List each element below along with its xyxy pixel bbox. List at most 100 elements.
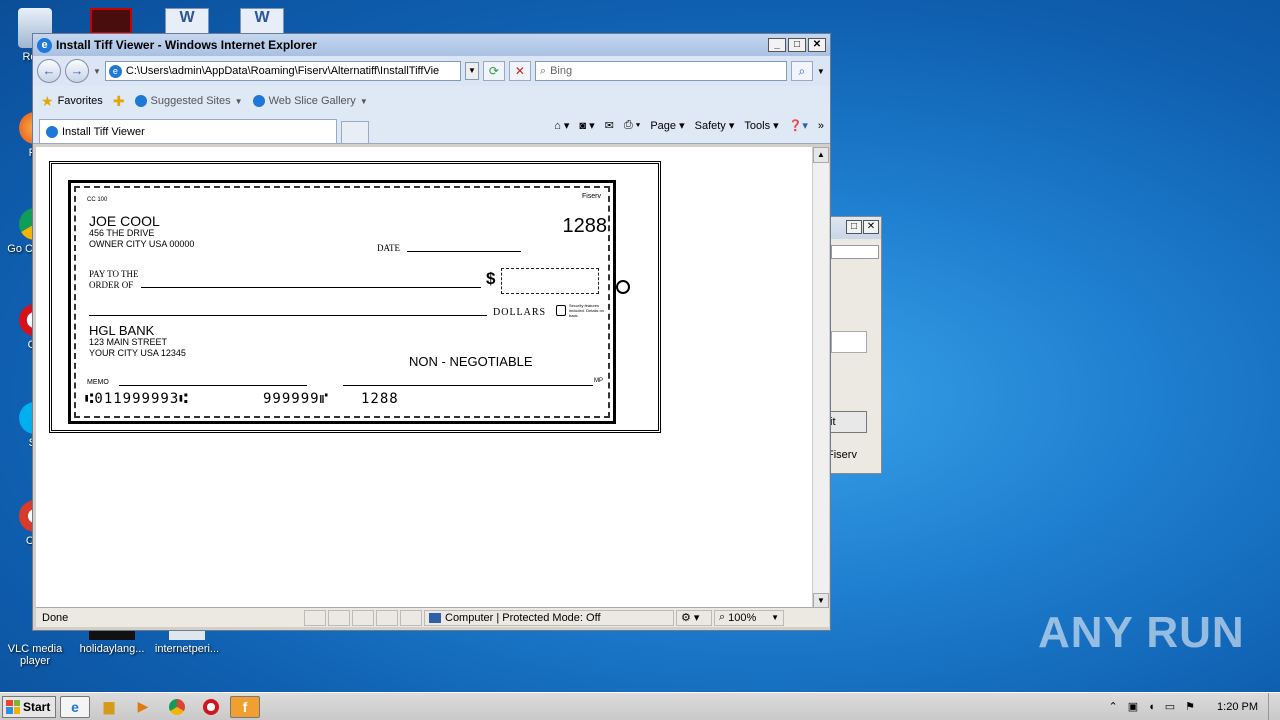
micr-check-number: 1288: [361, 391, 399, 407]
new-tab-button[interactable]: [341, 121, 369, 143]
security-zone[interactable]: Computer | Protected Mode: Off: [424, 609, 674, 626]
print-icon[interactable]: ⎙ ▾: [624, 119, 640, 132]
page-content: CC 100 Fiserv JOE COOL 456 THE DRIVE OWN…: [36, 147, 829, 609]
page-icon: [134, 95, 147, 107]
web-slice-gallery-link[interactable]: Web Slice Gallery ▼: [252, 95, 368, 107]
background-dialog-field: [831, 245, 879, 259]
ie-titlebar[interactable]: e Install Tiff Viewer - Windows Internet…: [33, 34, 830, 56]
protected-mode-icon[interactable]: ⚙ ▾: [676, 609, 712, 626]
star-icon: ★: [41, 92, 54, 109]
address-row: ← → ▼ e C:\Users\admin\AppData\Roaming\F…: [33, 56, 830, 86]
taskbar-ie-icon[interactable]: e: [60, 695, 90, 718]
amount-words-line: [89, 315, 487, 316]
security-note: Security features included. Details on b…: [569, 303, 604, 318]
address-bar[interactable]: e C:\Users\admin\AppData\Roaming\Fiserv\…: [104, 61, 461, 81]
bank-street: 123 MAIN STREET: [89, 337, 168, 347]
background-dialog: □ ✕ it Fiserv: [826, 216, 882, 474]
taskbar-explorer-icon[interactable]: ▆: [94, 696, 124, 718]
owner-city: OWNER CITY USA 00000: [89, 239, 195, 249]
stop-button[interactable]: ✕: [508, 61, 531, 81]
pay-to-label: PAY TO THE: [89, 269, 139, 279]
date-label: DATE: [377, 243, 400, 253]
check-image: CC 100 Fiserv JOE COOL 456 THE DRIVE OWN…: [68, 180, 616, 424]
suggested-sites-link[interactable]: Suggested Sites ▼: [134, 95, 243, 107]
status-pane: [376, 609, 398, 626]
taskbar-chrome-icon[interactable]: [162, 696, 192, 718]
date-line: [407, 251, 521, 252]
mail-icon[interactable]: ✉: [605, 119, 614, 132]
help-icon[interactable]: ❓▾: [789, 119, 808, 132]
bank-city: YOUR CITY USA 12345: [89, 348, 186, 358]
background-dialog-text: Fiserv: [827, 449, 857, 461]
dollar-sign: $: [486, 269, 496, 288]
start-label: Start: [23, 699, 51, 714]
status-pane: [304, 609, 326, 626]
pdf-file-icon[interactable]: [90, 8, 132, 34]
mp-label: MP: [594, 378, 603, 384]
zoom-icon: ⌕: [719, 611, 726, 623]
scroll-up-arrow-icon[interactable]: ▲: [813, 147, 829, 163]
chevron-right-icon[interactable]: »: [818, 120, 824, 132]
taskbar-media-player-icon[interactable]: ▶: [128, 696, 158, 718]
desktop-icon-label: VLC media player: [7, 643, 63, 667]
computer-icon: [429, 612, 441, 623]
search-provider-icon: ⌕: [539, 64, 547, 77]
dollars-label: DOLLARS: [493, 307, 547, 318]
page-icon: e: [108, 64, 122, 78]
zoom-cursor-icon: [616, 280, 630, 294]
desktop-icon-label: internetperi...: [154, 643, 220, 655]
tab-install-tiff-viewer[interactable]: Install Tiff Viewer: [39, 119, 337, 143]
safety-menu[interactable]: Safety ▾: [695, 119, 735, 132]
minimize-button[interactable]: _: [768, 38, 786, 52]
favorites-label: Favorites: [57, 95, 103, 107]
action-center-flag-icon[interactable]: ⚑: [1185, 700, 1195, 713]
maximize-button[interactable]: □: [846, 220, 862, 234]
word-file-icon[interactable]: W: [240, 8, 284, 34]
search-placeholder: Bing: [550, 65, 573, 77]
background-dialog-input[interactable]: [831, 331, 867, 353]
suggested-sites-label: Suggested Sites: [150, 95, 231, 107]
address-dropdown-icon[interactable]: ▼: [464, 62, 479, 80]
background-dialog-titlebar: □ ✕: [827, 217, 881, 239]
back-button[interactable]: ←: [37, 59, 61, 83]
tools-menu[interactable]: Tools ▾: [744, 119, 778, 132]
payee-line: [141, 287, 481, 288]
clock[interactable]: 1:20 PM: [1217, 701, 1258, 713]
add-favorite-icon[interactable]: ✚: [113, 93, 125, 110]
refresh-button[interactable]: ⟳: [482, 61, 505, 81]
background-dialog-button[interactable]: it: [827, 411, 867, 433]
favorites-button[interactable]: ★ Favorites: [41, 93, 103, 110]
taskbar-opera-icon[interactable]: [196, 696, 226, 718]
network-icon[interactable]: ▣: [1128, 700, 1138, 713]
volume-icon[interactable]: ◖: [1148, 701, 1155, 713]
micr-account: 999999⑈: [263, 391, 329, 407]
taskbar-installer-icon[interactable]: f: [230, 695, 260, 718]
anyrun-watermark: ANY RUN: [1038, 608, 1245, 657]
maximize-button[interactable]: □: [788, 38, 806, 52]
close-button[interactable]: ✕: [863, 220, 879, 234]
chevron-down-icon: ▼: [359, 96, 368, 106]
command-bar: ⌂ ▾ ◙ ▾ ✉ ⎙ ▾ Page ▾ Safety ▾ Tools ▾ ❓▾…: [554, 119, 824, 132]
page-menu[interactable]: Page ▾: [650, 119, 684, 132]
ie-logo-icon: e: [37, 37, 52, 53]
status-pane: [400, 609, 422, 626]
tray-expand-icon[interactable]: ⌃: [1108, 700, 1117, 713]
history-dropdown-icon[interactable]: ▼: [93, 67, 101, 76]
home-icon[interactable]: ⌂ ▾: [554, 119, 569, 132]
vertical-scrollbar[interactable]: ▲ ▼: [812, 147, 829, 609]
forward-button[interactable]: →: [65, 59, 89, 83]
show-desktop-button[interactable]: [1268, 692, 1280, 720]
feeds-icon[interactable]: ◙ ▾: [579, 119, 594, 132]
status-pane: [352, 609, 374, 626]
memo-label: MEMO: [87, 379, 109, 386]
search-input[interactable]: ⌕ Bing: [534, 61, 787, 81]
zoom-control[interactable]: ⌕ 100% ▼: [714, 609, 784, 626]
power-icon[interactable]: ▭: [1165, 700, 1175, 713]
close-button[interactable]: ✕: [808, 38, 826, 52]
status-text: Done: [42, 611, 69, 624]
search-button[interactable]: ⌕: [790, 61, 813, 81]
word-file-icon[interactable]: W: [165, 8, 209, 34]
start-button[interactable]: Start: [2, 695, 56, 718]
search-options-icon[interactable]: ▼: [817, 67, 825, 76]
owner-street: 456 THE DRIVE: [89, 228, 155, 238]
